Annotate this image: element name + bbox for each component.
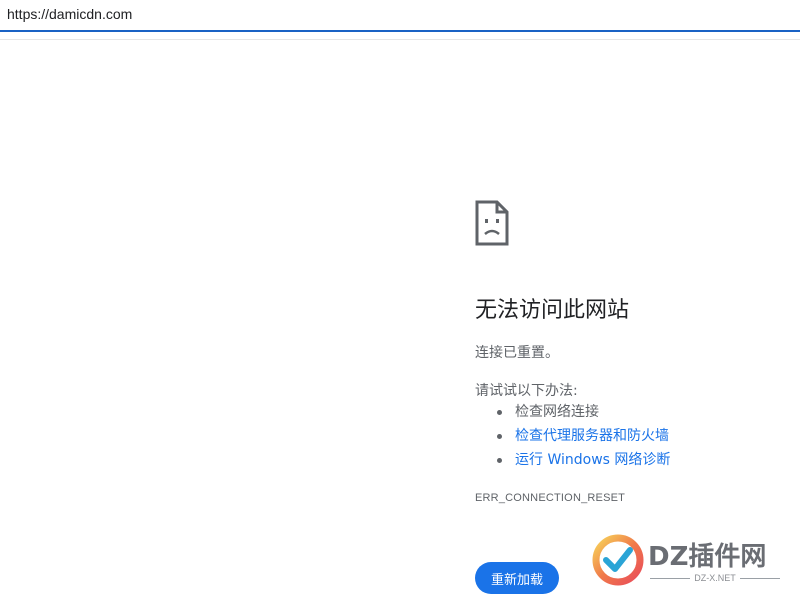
sad-page-icon [475,200,509,246]
watermark-sub-text: DZ-X.NET [694,573,736,583]
address-bar[interactable]: https://damicdn.com [0,0,800,32]
toolbar-divider [0,33,800,40]
suggestion-link[interactable]: 检查代理服务器和防火墙 [515,428,669,444]
error-code: ERR_CONNECTION_RESET [475,492,626,504]
suggestions-heading: 请试试以下办法: [475,383,578,399]
url-text[interactable]: https://damicdn.com [7,6,132,22]
error-title: 无法访问此网站 [475,298,630,323]
watermark: DZ插件网 DZ-X.NET [592,532,792,588]
watermark-line-left [650,577,691,579]
suggestion-link[interactable]: 运行 Windows 网络诊断 [515,452,670,468]
suggestion-check-proxy-firewall[interactable]: 检查代理服务器和防火墙 [475,426,670,450]
error-subtitle: 连接已重置。 [475,345,559,361]
reload-button[interactable]: 重新加载 [475,562,559,594]
watermark-sub: DZ-X.NET [650,573,780,583]
suggestion-check-network: 检查网络连接 [475,402,670,426]
suggestion-run-network-diagnostics[interactable]: 运行 Windows 网络诊断 [475,450,670,474]
watermark-brand: DZ插件网 [648,542,767,572]
suggestions-list: 检查网络连接 检查代理服务器和防火墙 运行 Windows 网络诊断 [475,402,670,474]
suggestion-label: 检查网络连接 [515,404,599,420]
watermark-line-right [739,577,780,579]
dz-logo-icon [592,534,644,586]
